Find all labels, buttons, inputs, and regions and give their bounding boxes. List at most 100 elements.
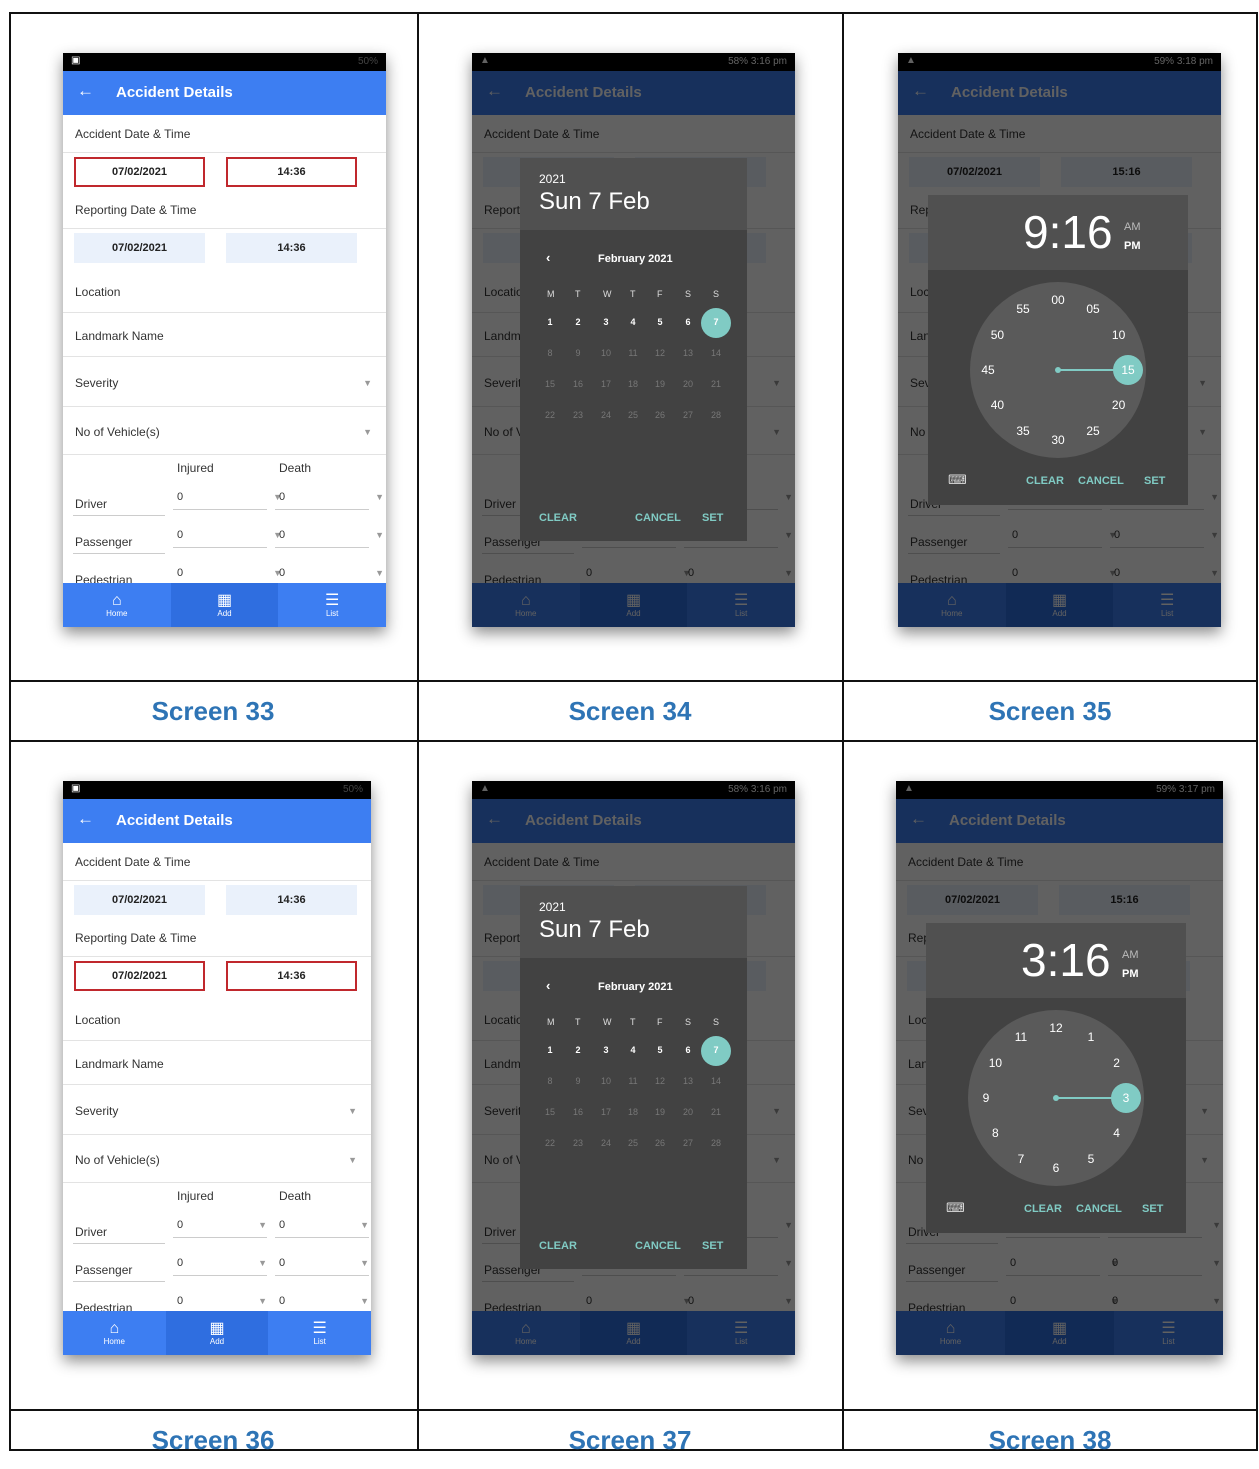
injured-dropdown[interactable]: 0	[177, 1295, 183, 1307]
calendar-day[interactable]: 10	[600, 348, 612, 358]
pm-toggle[interactable]: PM	[1122, 968, 1139, 980]
calendar-day[interactable]: 24	[600, 1138, 612, 1148]
calendar-day[interactable]: 21	[710, 379, 722, 389]
calendar-day[interactable]: 23	[572, 410, 584, 420]
calendar-day[interactable]: 7	[710, 1045, 722, 1055]
accident-time-field[interactable]: 14:36	[226, 157, 357, 187]
calendar-day[interactable]: 20	[682, 1107, 694, 1117]
calendar-day[interactable]: 4	[627, 317, 639, 327]
set-button[interactable]: SET	[702, 1240, 723, 1252]
dial-number[interactable]: 40	[991, 398, 1004, 412]
landmark-field[interactable]: Landmark Name	[63, 313, 386, 357]
clear-button[interactable]: CLEAR	[539, 512, 577, 524]
minute-display[interactable]: 16	[1061, 206, 1112, 258]
dial-number[interactable]: 5	[1088, 1152, 1095, 1166]
calendar-day[interactable]: 18	[627, 379, 639, 389]
nav-item-home[interactable]: ⌂Home	[63, 1311, 166, 1355]
location-field[interactable]: Location	[63, 997, 371, 1041]
death-dropdown[interactable]: 0	[279, 529, 285, 541]
dial-number[interactable]: 9	[983, 1091, 990, 1105]
cancel-button[interactable]: CANCEL	[635, 1240, 681, 1252]
calendar-day[interactable]: 26	[654, 410, 666, 420]
calendar-day[interactable]: 17	[600, 379, 612, 389]
calendar-day[interactable]: 11	[627, 348, 639, 358]
arrow-left-icon[interactable]: ←	[77, 81, 94, 101]
nav-item-list[interactable]: ☰List	[278, 583, 386, 627]
calendar-day[interactable]: 11	[627, 1076, 639, 1086]
dial-number[interactable]: 2	[1113, 1056, 1120, 1070]
calendar-day[interactable]: 13	[682, 348, 694, 358]
injured-dropdown[interactable]: 0	[177, 491, 183, 503]
calendar-day[interactable]: 14	[710, 1076, 722, 1086]
death-dropdown[interactable]: 0	[279, 1257, 285, 1269]
calendar-day[interactable]: 2	[572, 317, 584, 327]
am-toggle[interactable]: AM	[1122, 949, 1139, 961]
clear-button[interactable]: CLEAR	[539, 1240, 577, 1252]
calendar-day[interactable]: 16	[572, 1107, 584, 1117]
dial-number[interactable]: 6	[1053, 1161, 1060, 1175]
dial-number[interactable]: 8	[992, 1126, 999, 1140]
calendar-day[interactable]: 15	[544, 379, 556, 389]
vehicles-dropdown[interactable]: No of Vehicle(s) ▼	[63, 407, 386, 455]
cancel-button[interactable]: CANCEL	[1076, 1203, 1122, 1215]
dial-number[interactable]: 30	[1051, 433, 1064, 447]
dial-number[interactable]: 10	[989, 1056, 1002, 1070]
calendar-day[interactable]: 9	[572, 348, 584, 358]
calendar-day[interactable]: 6	[682, 1045, 694, 1055]
hour-display[interactable]: 9	[1023, 206, 1049, 258]
dial-number[interactable]: 4	[1113, 1126, 1120, 1140]
calendar-day[interactable]: 18	[627, 1107, 639, 1117]
reporting-date-field[interactable]: 07/02/2021	[74, 961, 205, 991]
set-button[interactable]: SET	[1144, 475, 1165, 487]
calendar-day[interactable]: 20	[682, 379, 694, 389]
calendar-day[interactable]: 5	[654, 1045, 666, 1055]
calendar-day[interactable]: 28	[710, 1138, 722, 1148]
keyboard-icon[interactable]: ⌨	[946, 1200, 965, 1216]
calendar-day[interactable]: 13	[682, 1076, 694, 1086]
calendar-day[interactable]: 6	[682, 317, 694, 327]
accident-date-field[interactable]: 07/02/2021	[74, 885, 205, 915]
calendar-day[interactable]: 4	[627, 1045, 639, 1055]
injured-dropdown[interactable]: 0	[177, 1219, 183, 1231]
landmark-field[interactable]: Landmark Name	[63, 1041, 371, 1085]
calendar-day[interactable]: 23	[572, 1138, 584, 1148]
calendar-day[interactable]: 12	[654, 348, 666, 358]
dial-number[interactable]: 05	[1086, 302, 1099, 316]
dial-number[interactable]: 25	[1086, 424, 1099, 438]
dial-number[interactable]: 11	[1015, 1030, 1027, 1044]
prev-month-icon[interactable]: ‹	[546, 978, 550, 993]
set-button[interactable]: SET	[702, 512, 723, 524]
dial-number[interactable]: 12	[1049, 1021, 1062, 1035]
calendar-day[interactable]: 3	[600, 1045, 612, 1055]
pm-toggle[interactable]: PM	[1124, 240, 1141, 252]
calendar-day[interactable]: 1	[544, 1045, 556, 1055]
nav-item-add[interactable]: ▦Add	[165, 1311, 269, 1355]
calendar-day[interactable]: 19	[654, 1107, 666, 1117]
cancel-button[interactable]: CANCEL	[1078, 475, 1124, 487]
calendar-day[interactable]: 12	[654, 1076, 666, 1086]
calendar-day[interactable]: 10	[600, 1076, 612, 1086]
am-toggle[interactable]: AM	[1124, 221, 1141, 233]
nav-item-add[interactable]: ▦Add	[170, 583, 279, 627]
reporting-date-field[interactable]: 07/02/2021	[74, 233, 205, 263]
severity-dropdown[interactable]: Severity ▼	[63, 1085, 371, 1135]
nav-item-home[interactable]: ⌂Home	[63, 583, 171, 627]
prev-month-icon[interactable]: ‹	[546, 250, 550, 265]
keyboard-icon[interactable]: ⌨	[948, 472, 967, 488]
calendar-day[interactable]: 1	[544, 317, 556, 327]
calendar-day[interactable]: 8	[544, 1076, 556, 1086]
calendar-day[interactable]: 19	[654, 379, 666, 389]
calendar-day[interactable]: 28	[710, 410, 722, 420]
calendar-day[interactable]: 25	[627, 410, 639, 420]
reporting-time-field[interactable]: 14:36	[226, 233, 357, 263]
reporting-time-field[interactable]: 14:36	[226, 961, 357, 991]
calendar-day[interactable]: 2	[572, 1045, 584, 1055]
minute-display[interactable]: 16	[1059, 934, 1110, 986]
accident-date-field[interactable]: 07/02/2021	[74, 157, 205, 187]
calendar-day[interactable]: 8	[544, 348, 556, 358]
dial-number[interactable]: 55	[1016, 302, 1029, 316]
cancel-button[interactable]: CANCEL	[635, 512, 681, 524]
injured-dropdown[interactable]: 0	[177, 529, 183, 541]
clear-button[interactable]: CLEAR	[1024, 1203, 1062, 1215]
dial-number[interactable]: 3	[1123, 1091, 1130, 1105]
